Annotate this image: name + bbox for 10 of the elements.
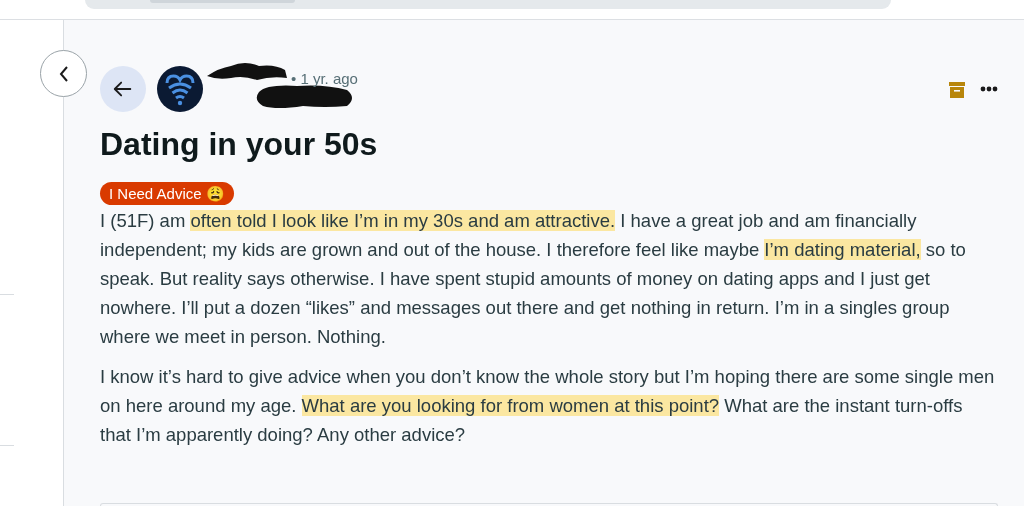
flair-tag[interactable]: I Need Advice 😩 [100, 182, 234, 205]
back-button[interactable] [100, 66, 146, 112]
archive-icon[interactable] [949, 82, 965, 98]
post-time: • 1 yr. ago [291, 69, 358, 89]
post-title: Dating in your 50s [100, 125, 379, 164]
post-paragraph: I know it’s hard to give advice when you don’t know the whole story but I’m hoping there are some single men on here around my age. What are you looking for from women at this point? What are the instant turn-offs that I’m apparently doing? Any other advice? [100, 365, 996, 447]
more-options-icon[interactable] [980, 86, 998, 92]
community-avatar[interactable] [157, 66, 203, 112]
chevron-left-icon [57, 64, 70, 83]
post-paragraph: I (51F) am often told I look like I’m in my 30s and am attractive. I have a great job and am financially independent; my kids are grown and out of the house. I therefore feel like maybe I’m dating material, so to speak. But reality says otherwise. I have spent stupid amounts of money on dating apps and I just get nowhere. I’ll put a dozen “likes” and messages out there and get nothing in return. I’m in a singles group where we meet in person. Nothing. [100, 209, 967, 349]
